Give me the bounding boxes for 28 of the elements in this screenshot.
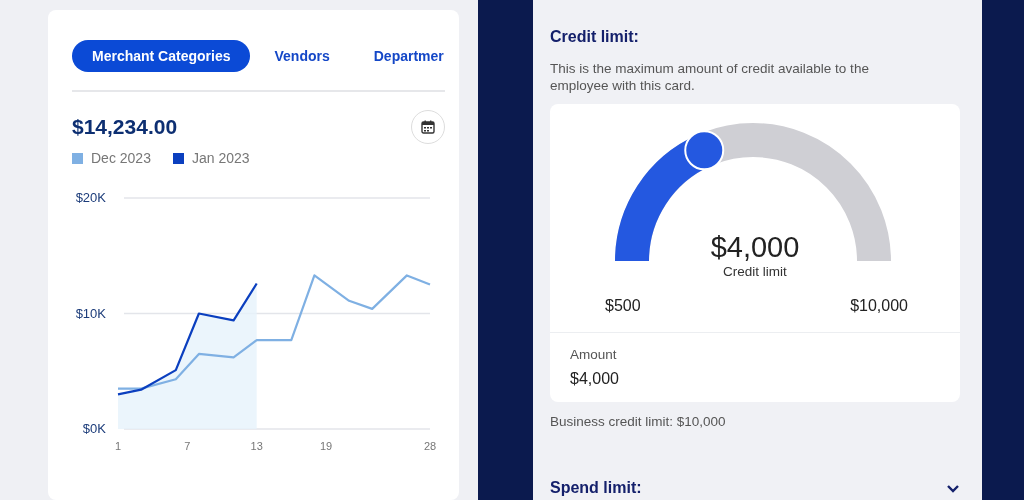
section-title: Credit limit: (550, 28, 640, 46)
tab[interactable]: Departmer (353, 40, 445, 72)
amount-label: Amount (570, 347, 618, 362)
tab[interactable]: Merchant Categories (72, 40, 251, 72)
chevron-down-icon[interactable] (946, 483, 960, 493)
description: This is the maximum amount of credit available to the employee with this card. (550, 60, 870, 94)
y-axis-label: $0K (82, 421, 106, 436)
section-title: Spend limit: (550, 479, 642, 497)
x-axis-label: 19 (319, 440, 333, 452)
legend-label: Jan 2023 (191, 150, 250, 166)
total-amount: $14,234.00 (72, 115, 178, 139)
amount-value: $4,000 (570, 370, 620, 388)
y-axis-label: $20K (75, 190, 106, 205)
calendar-button[interactable] (411, 110, 445, 144)
business-limit-text: Business credit limit: $10,000 (550, 414, 727, 429)
y-axis-label: $10K (75, 305, 106, 321)
gauge-handle[interactable] (683, 130, 724, 171)
x-axis-label: 28 (423, 440, 437, 452)
tab[interactable]: Vendors (254, 40, 350, 72)
x-axis-label: 13 (250, 440, 263, 452)
min-value: $500 (605, 297, 641, 315)
gauge-value: $4,000 (710, 231, 800, 264)
legend-label: Dec 2023 (91, 150, 151, 166)
max-value: $10,000 (850, 297, 908, 315)
x-axis-label: 1 (114, 440, 122, 452)
gauge-label: Credit limit (723, 264, 787, 279)
calendar-icon (421, 120, 435, 134)
x-axis-label: 7 (184, 440, 191, 452)
